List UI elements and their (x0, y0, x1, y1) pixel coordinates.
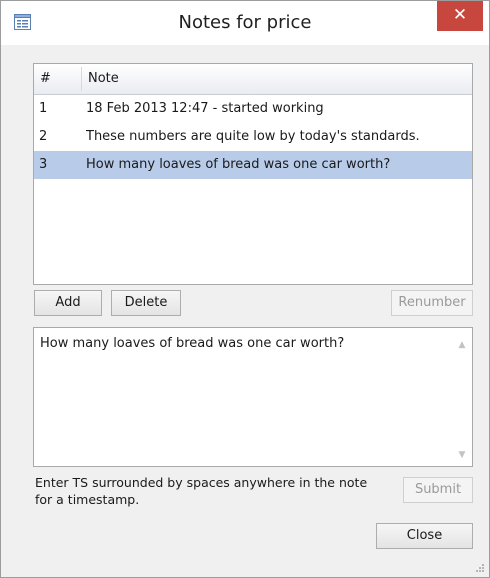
chevron-down-icon[interactable]: ▼ (452, 446, 472, 464)
window-close-button[interactable]: ✕ (437, 1, 483, 31)
delete-button[interactable]: Delete (111, 290, 181, 316)
renumber-button[interactable]: Renumber (391, 290, 473, 316)
list-row-2[interactable]: 2 These numbers are quite low by today's… (34, 123, 472, 151)
note-editor-value[interactable]: How many loaves of bread was one car wor… (40, 335, 440, 352)
column-header-note[interactable]: Note (88, 64, 458, 94)
column-header-number[interactable]: # (40, 64, 80, 94)
editor-scrollbar[interactable]: ▲ ▼ (452, 328, 472, 466)
row-number: 2 (39, 129, 48, 144)
row-note: How many loaves of bread was one car wor… (86, 157, 391, 172)
list-row-1[interactable]: 1 18 Feb 2013 12:47 - started working (34, 95, 472, 123)
title-bar: Notes for price ✕ (1, 1, 489, 45)
column-divider[interactable] (81, 67, 82, 91)
notes-dialog: Notes for price ✕ # Note 1 18 Feb 2013 1… (0, 0, 490, 578)
row-note: These numbers are quite low by today's s… (86, 129, 420, 144)
chevron-up-icon[interactable]: ▲ (452, 336, 472, 354)
close-button[interactable]: Close (376, 523, 473, 549)
row-number: 1 (39, 101, 48, 116)
list-row-3-selected[interactable]: 3 How many loaves of bread was one car w… (34, 151, 472, 179)
window-title: Notes for price (178, 12, 312, 33)
notes-list[interactable]: # Note 1 18 Feb 2013 12:47 - started wor… (33, 63, 473, 285)
list-header: # Note (34, 64, 472, 95)
timestamp-hint: Enter TS surrounded by spaces anywhere i… (35, 475, 368, 507)
close-icon: ✕ (452, 5, 468, 25)
row-note: 18 Feb 2013 12:47 - started working (86, 101, 324, 116)
row-number: 3 (39, 157, 48, 172)
note-editor[interactable]: How many loaves of bread was one car wor… (33, 327, 473, 467)
submit-button[interactable]: Submit (403, 477, 473, 503)
resize-grip-icon[interactable] (475, 563, 485, 573)
add-button[interactable]: Add (34, 290, 102, 316)
